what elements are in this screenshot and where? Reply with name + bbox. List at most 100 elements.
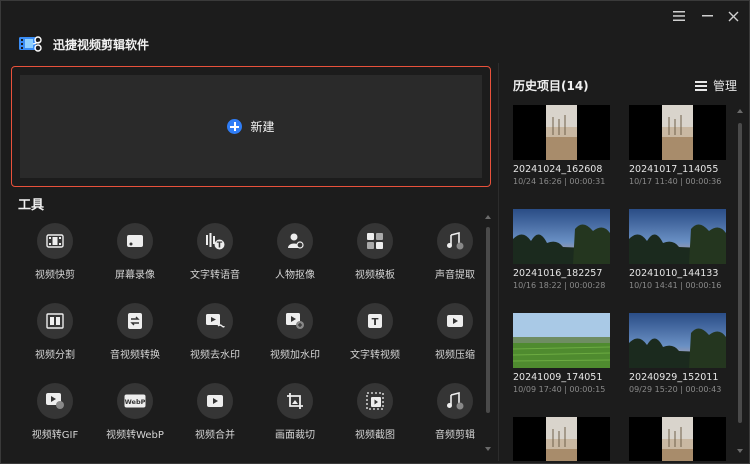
- manage-button[interactable]: 管理: [695, 77, 737, 94]
- tools-grid: 视频快剪 屏幕录像 T 文字转语音 人物抠像 视频模板 声音提取视频分割 音视频转换 视频去水印…: [15, 217, 485, 463]
- history-item-name: 20241017_114055: [629, 164, 719, 175]
- tool-template[interactable]: 视频模板: [335, 217, 415, 289]
- video-to-gif-icon: [37, 383, 73, 419]
- tool-text-to-speech[interactable]: T 文字转语音: [175, 217, 255, 289]
- history-item[interactable]: [513, 417, 610, 461]
- list-icon: [695, 80, 707, 91]
- history-item-meta: 09/29 15:20 | 00:00:43: [629, 385, 722, 394]
- history-item[interactable]: [629, 417, 726, 461]
- video-compress-icon: [437, 303, 473, 339]
- tool-remove-watermark[interactable]: 视频去水印: [175, 297, 255, 369]
- film-icon: [37, 223, 73, 259]
- plus-icon: [227, 119, 243, 134]
- history-item-name: 20240929_152011: [629, 372, 719, 383]
- history-item-meta: 10/16 18:22 | 00:00:28: [513, 281, 606, 290]
- tool-person-cutout[interactable]: 人物抠像: [255, 217, 335, 289]
- history-item-name: 20241016_182257: [513, 268, 603, 279]
- video-thumbnail: [513, 105, 610, 160]
- tool-video-split[interactable]: 视频分割: [15, 297, 95, 369]
- tool-screenshot[interactable]: 视频截图: [335, 377, 415, 449]
- tool-label: 人物抠像: [275, 270, 315, 281]
- tool-screen-record[interactable]: 屏幕录像: [95, 217, 175, 289]
- tool-label: 文字转视频: [350, 350, 400, 361]
- video-thumbnail: [629, 209, 726, 264]
- history-item[interactable]: 20241016_182257 10/16 18:22 | 00:00:28: [513, 209, 610, 290]
- template-icon: [357, 223, 393, 259]
- video-thumbnail: [513, 209, 610, 264]
- app-title: 迅捷视频剪辑软件: [53, 38, 150, 52]
- svg-text:T: T: [217, 241, 223, 250]
- tool-video-to-webp[interactable]: WebP 视频转WebP: [95, 377, 175, 449]
- tool-label: 视频快剪: [35, 270, 75, 281]
- av-convert-icon: [117, 303, 153, 339]
- tool-crop[interactable]: 画面裁切: [255, 377, 335, 449]
- tool-label: 视频加水印: [270, 350, 320, 361]
- video-thumbnail: [513, 313, 610, 368]
- minimize-icon[interactable]: [699, 8, 715, 24]
- music-extract-icon: [437, 223, 473, 259]
- tool-label: 声音提取: [435, 270, 475, 281]
- manage-label: 管理: [713, 79, 738, 93]
- new-project-panel: 新建: [11, 66, 491, 187]
- history-item[interactable]: 20240929_152011 09/29 15:20 | 00:00:43: [629, 313, 726, 394]
- tool-text-to-video[interactable]: T 文字转视频: [335, 297, 415, 369]
- tool-label: 视频转WebP: [106, 430, 164, 441]
- tool-film[interactable]: 视频快剪: [15, 217, 95, 289]
- history-item-meta: 10/09 17:40 | 00:00:15: [513, 385, 606, 394]
- screen-record-icon: [117, 223, 153, 259]
- tool-video-compress[interactable]: 视频压缩: [415, 297, 485, 369]
- text-to-speech-icon: T: [197, 223, 233, 259]
- history-item[interactable]: 20241009_174051 10/09 17:40 | 00:00:15: [513, 313, 610, 394]
- remove-watermark-icon: [197, 303, 233, 339]
- svg-text:WebP: WebP: [125, 398, 146, 406]
- history-item-name: 20241010_144133: [629, 268, 719, 279]
- history-list: 20241024_162608 10/24 16:26 | 00:00:31 202…: [513, 105, 735, 461]
- video-thumbnail: [629, 313, 726, 368]
- tool-add-watermark[interactable]: 视频加水印: [255, 297, 335, 369]
- scrollbar-thumb[interactable]: [486, 227, 490, 413]
- tool-label: 视频模板: [355, 270, 395, 281]
- scroll-up-icon[interactable]: [485, 215, 491, 219]
- video-thumbnail: [513, 417, 610, 461]
- scrollbar-thumb[interactable]: [738, 123, 742, 423]
- screenshot-icon: [357, 383, 393, 419]
- video-merge-icon: [197, 383, 233, 419]
- history-item-name: 20241009_174051: [513, 372, 603, 383]
- history-item[interactable]: 20241017_114055 10/17 11:40 | 00:00:36: [629, 105, 726, 186]
- scroll-up-icon[interactable]: [737, 109, 743, 113]
- tool-label: 视频去水印: [190, 350, 240, 361]
- app-window: 迅捷视频剪辑软件 新建 工具 视频快剪 屏幕录像 T 文字转语音 人物抠像 视频模板 声音提…: [0, 0, 750, 464]
- history-item-meta: 10/10 14:41 | 00:00:16: [629, 281, 722, 290]
- video-split-icon: [37, 303, 73, 339]
- tool-av-convert[interactable]: 音视频转换: [95, 297, 175, 369]
- new-project-label: 新建: [250, 120, 275, 134]
- menu-icon[interactable]: [671, 8, 687, 24]
- tool-audio-edit[interactable]: 音频剪辑: [415, 377, 485, 449]
- tool-video-merge[interactable]: 视频合并: [175, 377, 255, 449]
- tool-label: 视频合并: [195, 430, 235, 441]
- tool-label: 音频剪辑: [435, 430, 475, 441]
- audio-edit-icon: [437, 383, 473, 419]
- svg-text:T: T: [372, 317, 379, 328]
- person-cutout-icon: [277, 223, 313, 259]
- panel-divider: [498, 63, 499, 461]
- video-thumbnail: [629, 417, 726, 461]
- history-item-meta: 10/17 11:40 | 00:00:36: [629, 177, 722, 186]
- scroll-down-icon[interactable]: [737, 449, 743, 453]
- text-to-video-icon: T: [357, 303, 393, 339]
- tools-scrollbar[interactable]: [485, 215, 491, 453]
- new-project-button[interactable]: 新建: [20, 75, 482, 178]
- tool-label: 文字转语音: [190, 270, 240, 281]
- history-heading: 历史项目(14): [513, 79, 589, 93]
- history-item[interactable]: 20241010_144133 10/10 14:41 | 00:00:16: [629, 209, 726, 290]
- film-scissors-logo: [19, 35, 43, 53]
- scroll-down-icon[interactable]: [485, 447, 491, 451]
- tool-label: 画面裁切: [275, 430, 315, 441]
- history-item[interactable]: 20241024_162608 10/24 16:26 | 00:00:31: [513, 105, 610, 186]
- tool-video-to-gif[interactable]: 视频转GIF: [15, 377, 95, 449]
- video-thumbnail: [629, 105, 726, 160]
- history-scrollbar[interactable]: [737, 105, 743, 457]
- close-icon[interactable]: [725, 8, 741, 24]
- tool-label: 视频截图: [355, 430, 395, 441]
- tool-music-extract[interactable]: 声音提取: [415, 217, 485, 289]
